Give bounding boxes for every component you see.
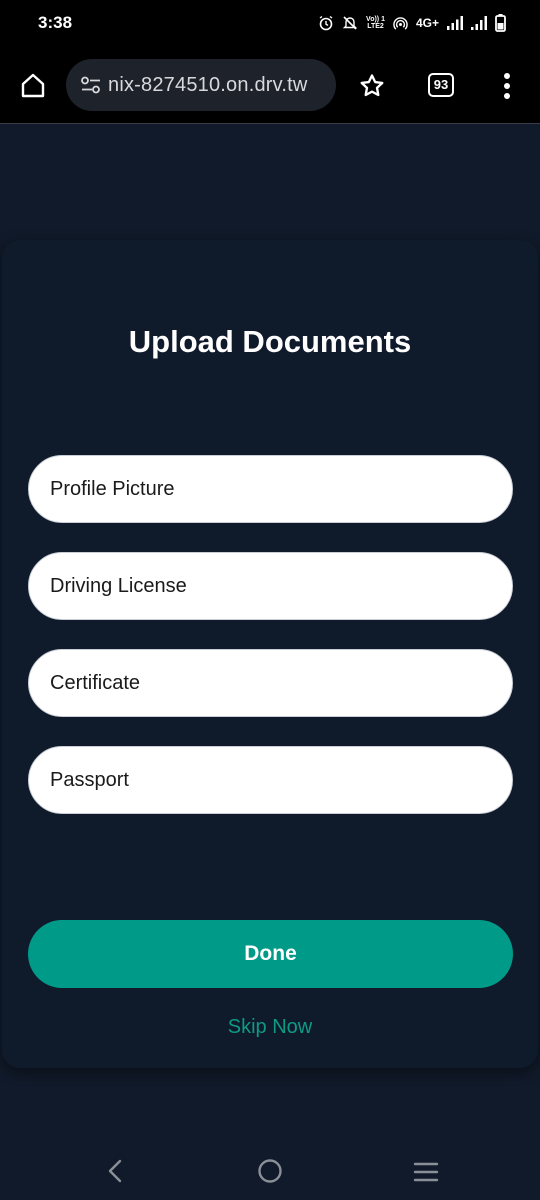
back-icon[interactable] [104, 1158, 126, 1184]
status-time: 3:38 [38, 13, 73, 32]
volte-icon: Vo)) 1 LTE2 [366, 16, 385, 30]
url-text[interactable]: nix-8274510.on.drv.tw [108, 74, 308, 97]
home-icon[interactable] [18, 70, 48, 100]
profile-picture-field[interactable]: Profile Picture [28, 455, 513, 523]
network-type-label: 4G+ [415, 16, 439, 30]
status-bar: 3:38 Vo)) 1 LTE2 4G+ [0, 0, 540, 46]
certificate-field[interactable]: Certificate [28, 649, 513, 717]
volte-top-label: Vo)) 1 [366, 16, 385, 23]
driving-license-field[interactable]: Driving License [28, 552, 513, 620]
browser-toolbar: nix-8274510.on.drv.tw 93 [0, 46, 540, 124]
signal-icon-2 [471, 16, 487, 30]
system-nav-bar [0, 1140, 540, 1200]
page-content: Upload Documents Profile Picture Driving… [0, 124, 540, 1140]
site-settings-icon[interactable] [80, 76, 102, 94]
signal-icon [447, 16, 463, 30]
recent-apps-icon[interactable] [413, 1161, 439, 1183]
page-title: Upload Documents [128, 324, 412, 359]
passport-field[interactable]: Passport [28, 746, 513, 814]
status-icons: Vo)) 1 LTE2 4G+ [318, 10, 506, 36]
star-icon[interactable] [358, 72, 386, 100]
tabs-icon[interactable]: 93 [428, 73, 454, 97]
done-button[interactable]: Done [28, 920, 513, 988]
skip-now-link[interactable]: Skip Now [0, 1016, 540, 1039]
volte-bottom-label: LTE2 [367, 23, 384, 30]
alarm-icon [318, 15, 334, 31]
more-vert-icon[interactable] [498, 71, 516, 101]
hotspot-icon [393, 16, 408, 31]
address-bar[interactable]: nix-8274510.on.drv.tw [66, 59, 336, 111]
home-circle-icon[interactable] [257, 1158, 283, 1184]
silent-bell-icon [342, 15, 358, 31]
battery-icon [495, 14, 506, 32]
